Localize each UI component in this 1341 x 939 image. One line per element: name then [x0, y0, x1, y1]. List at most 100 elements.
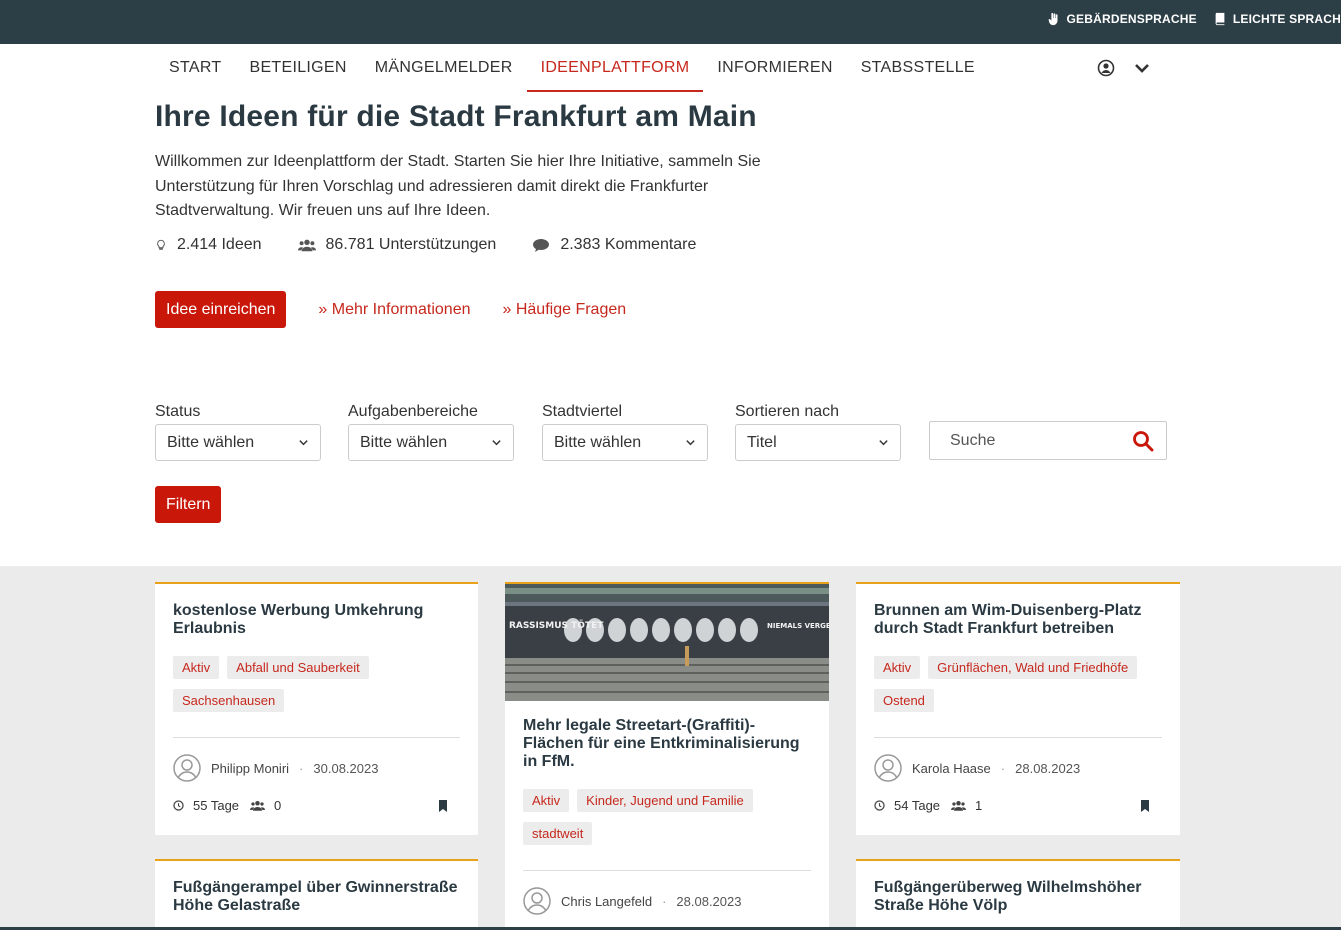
tag-district[interactable]: Sachsenhausen [173, 689, 284, 712]
nav-item-stabsstelle[interactable]: STABSSTELLE [847, 44, 989, 92]
search-placeholder: Suche [950, 432, 995, 450]
image-text-right: NIEMALS VERGESSEN [767, 622, 829, 630]
district-select-value: Bitte wählen [554, 434, 641, 452]
hero: Ihre Ideen für die Stadt Frankfurt am Ma… [155, 100, 855, 224]
divider [523, 870, 811, 871]
idea-meta: 54 Tage 1 [874, 798, 1162, 813]
idea-title[interactable]: Brunnen am Wim-Duisenberg-Platz durch St… [874, 602, 1162, 638]
chevron-down-icon [878, 437, 889, 448]
idea-title[interactable]: Fußgängerüberweg Wilhelmshöher Straße Hö… [874, 879, 1162, 915]
easy-language-link[interactable]: LEICHTE SPRACH [1213, 12, 1341, 26]
supporter-count: 1 [975, 798, 982, 813]
more-info-link[interactable]: » Mehr Informationen [318, 301, 470, 319]
top-links: GEBÄRDENSPRACHE LEICHTE SPRACH [1047, 0, 1341, 37]
user-circle-icon[interactable] [1097, 59, 1115, 77]
book-icon [1213, 12, 1227, 26]
tag-status[interactable]: Aktiv [173, 656, 219, 679]
sort-select[interactable]: Titel [735, 424, 901, 461]
areas-label: Aufgabenbereiche [348, 403, 514, 421]
sign-language-label: GEBÄRDENSPRACHE [1067, 12, 1197, 26]
tag-status[interactable]: Aktiv [523, 789, 569, 812]
days-left: 55 Tage [193, 798, 239, 813]
bookmark-icon[interactable] [438, 800, 448, 812]
tag-status[interactable]: Aktiv [874, 656, 920, 679]
top-bar: GEBÄRDENSPRACHE LEICHTE SPRACH [0, 0, 1341, 44]
chevron-down-icon[interactable] [1133, 59, 1151, 77]
stat-supports: 86.781 Unterstützungen [298, 236, 497, 254]
ideas-grid: kostenlose Werbung Umkehrung Erlaubnis A… [0, 566, 1341, 930]
search-input[interactable]: Suche [929, 421, 1167, 460]
nav-item-informieren[interactable]: INFORMIEREN [703, 44, 846, 92]
search-icon[interactable] [1132, 430, 1154, 452]
district-label: Stadtviertel [542, 403, 708, 421]
district-select[interactable]: Bitte wählen [542, 424, 708, 461]
status-select[interactable]: Bitte wählen [155, 424, 321, 461]
idea-author: Karola Haase · 28.08.2023 [874, 754, 1162, 782]
main-nav: START BETEILIGEN MÄNGELMELDER IDEENPLATT… [155, 44, 1167, 92]
users-icon [298, 237, 316, 253]
idea-meta: 55 Tage 0 [173, 798, 460, 813]
stat-comments: 2.383 Kommentare [532, 236, 696, 254]
streetart-image[interactable]: RASSISMUS TÖTET NIEMALS VERGESSEN [505, 584, 829, 701]
filter-button[interactable]: Filtern [155, 486, 221, 523]
areas-select[interactable]: Bitte wählen [348, 424, 514, 461]
nav-item-ideenplattform[interactable]: IDEENPLATTFORM [527, 44, 704, 92]
idea-tags: Aktiv Grünflächen, Wald und Friedhöfe Os… [874, 656, 1162, 712]
sort-filter: Sortieren nach Titel [735, 403, 901, 461]
district-filter: Stadtviertel Bitte wählen [542, 403, 708, 461]
tag-category[interactable]: Kinder, Jugend und Familie [577, 789, 753, 812]
idea-tags: Aktiv Abfall und Sauberkeit Sachsenhause… [173, 656, 460, 712]
sort-select-value: Titel [747, 434, 777, 452]
idea-body: Mehr legale Streetart-(Graffiti)-Flächen… [505, 701, 829, 915]
stat-ideas-text: 2.414 Ideen [177, 236, 262, 254]
filter-button-wrap: Filtern [155, 486, 221, 523]
idea-title[interactable]: Fußgängerampel über Gwinnerstraße Höhe G… [173, 879, 460, 915]
submit-idea-button[interactable]: Idee einreichen [155, 291, 286, 328]
author-name: Karola Haase [912, 761, 991, 776]
chevron-down-icon [491, 437, 502, 448]
stat-comments-text: 2.383 Kommentare [560, 236, 696, 254]
nav-item-beteiligen[interactable]: BETEILIGEN [235, 44, 360, 92]
separator-dot: · [299, 761, 303, 776]
idea-date: 30.08.2023 [313, 761, 378, 776]
avatar-icon [173, 754, 201, 782]
idea-date: 28.08.2023 [1015, 761, 1080, 776]
areas-select-value: Bitte wählen [360, 434, 447, 452]
chevron-down-icon [685, 437, 696, 448]
stat-supports-text: 86.781 Unterstützungen [326, 236, 497, 254]
nav-item-start[interactable]: START [155, 44, 235, 92]
author-name: Chris Langefeld [561, 894, 652, 909]
idea-tags: Aktiv Kinder, Jugend und Familie stadtwe… [523, 789, 811, 845]
actions-row: Idee einreichen » Mehr Informationen » H… [155, 291, 626, 328]
avatar-icon [874, 754, 902, 782]
clock-icon [874, 800, 885, 811]
idea-card[interactable]: RASSISMUS TÖTET NIEMALS VERGESSEN Mehr l… [505, 582, 829, 930]
days-left: 54 Tage [894, 798, 940, 813]
easy-language-label: LEICHTE SPRACH [1233, 12, 1341, 26]
faq-link[interactable]: » Häufige Fragen [503, 301, 627, 319]
intro-text: Willkommen zur Ideenplattform der Stadt.… [155, 150, 805, 224]
stats-row: 2.414 Ideen 86.781 Unterstützungen 2.383… [155, 236, 732, 254]
user-menu[interactable] [1097, 44, 1167, 92]
hand-icon [1047, 12, 1061, 26]
nav-item-maengelmelder[interactable]: MÄNGELMELDER [361, 44, 527, 92]
areas-filter: Aufgabenbereiche Bitte wählen [348, 403, 514, 461]
idea-title[interactable]: Mehr legale Streetart-(Graffiti)-Flächen… [523, 717, 811, 771]
tag-district[interactable]: stadtweit [523, 822, 592, 845]
tag-district[interactable]: Ostend [874, 689, 934, 712]
status-filter: Status Bitte wählen [155, 403, 321, 461]
separator-dot: · [662, 894, 666, 909]
divider [874, 737, 1162, 738]
idea-card[interactable]: Brunnen am Wim-Duisenberg-Platz durch St… [856, 582, 1180, 835]
tag-category[interactable]: Abfall und Sauberkeit [227, 656, 369, 679]
idea-date: 28.08.2023 [676, 894, 741, 909]
idea-card[interactable]: kostenlose Werbung Umkehrung Erlaubnis A… [155, 582, 478, 835]
image-text-left: RASSISMUS TÖTET [509, 620, 604, 631]
page-title: Ihre Ideen für die Stadt Frankfurt am Ma… [155, 100, 855, 134]
separator-dot: · [1001, 761, 1005, 776]
bookmark-icon[interactable] [1140, 800, 1150, 812]
tag-category[interactable]: Grünflächen, Wald und Friedhöfe [928, 656, 1137, 679]
sign-language-link[interactable]: GEBÄRDENSPRACHE [1047, 12, 1197, 26]
status-label: Status [155, 403, 321, 421]
idea-title[interactable]: kostenlose Werbung Umkehrung Erlaubnis [173, 602, 460, 638]
